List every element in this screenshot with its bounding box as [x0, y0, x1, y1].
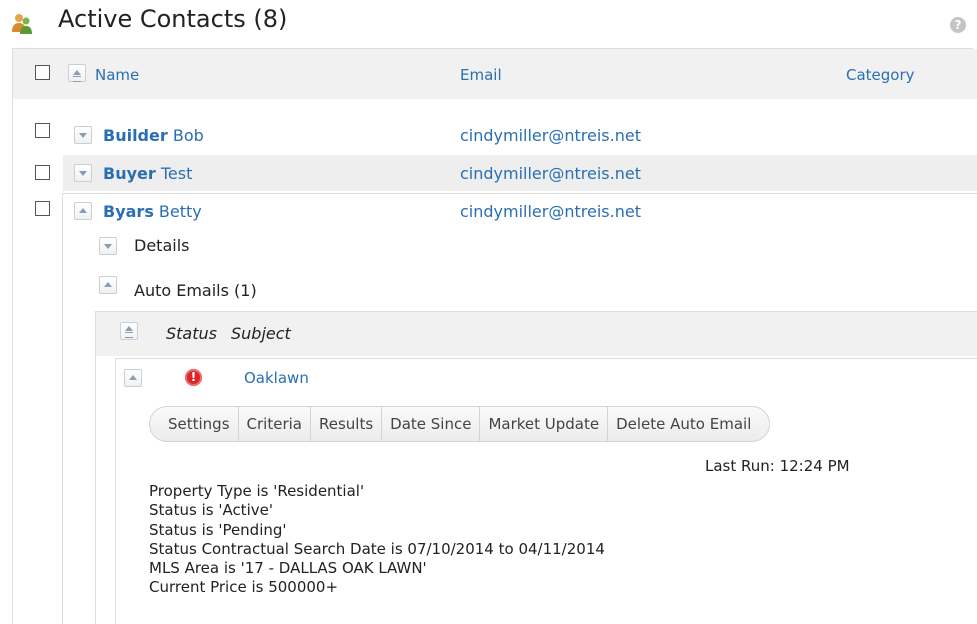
sort-icon[interactable] — [120, 322, 138, 340]
page-title: Active Contacts (8) — [58, 5, 288, 33]
column-header-name[interactable]: Name — [95, 66, 139, 84]
delete-auto-email-button[interactable]: Delete Auto Email — [608, 406, 759, 442]
criteria-line: Current Price is 500000+ — [149, 578, 339, 596]
auto-email-subject-link[interactable]: Oaklawn — [244, 369, 309, 387]
contact-email-link[interactable]: cindymiller@ntreis.net — [460, 164, 641, 183]
criteria-line: Status Contractual Search Date is 07/10/… — [149, 540, 605, 558]
auto-emails-section-label[interactable]: Auto Emails (1) — [134, 281, 257, 300]
expand-icon[interactable] — [74, 164, 92, 182]
criteria-line: Property Type is 'Residential' — [149, 482, 365, 500]
column-header-subject[interactable]: Subject — [231, 324, 291, 343]
contact-name-link[interactable]: Builder Bob — [103, 126, 204, 145]
alert-icon: ! — [185, 369, 202, 386]
auto-emails-header-row — [96, 312, 977, 356]
expand-icon[interactable] — [74, 126, 92, 144]
settings-button[interactable]: Settings — [160, 406, 239, 442]
row-checkbox[interactable] — [35, 201, 50, 216]
contact-email-link[interactable]: cindymiller@ntreis.net — [460, 202, 641, 221]
market-update-button[interactable]: Market Update — [480, 406, 609, 442]
criteria-line: MLS Area is '17 - DALLAS OAK LAWN' — [149, 559, 427, 577]
contact-name-link[interactable]: Buyer Test — [103, 164, 192, 183]
contact-email-link[interactable]: cindymiller@ntreis.net — [460, 126, 641, 145]
criteria-button[interactable]: Criteria — [239, 406, 311, 442]
collapse-icon[interactable] — [124, 369, 142, 387]
last-run-text: Last Run: 12:24 PM — [705, 457, 850, 475]
auto-email-action-bar: Settings Criteria Results Date Since Mar… — [149, 406, 771, 442]
row-checkbox[interactable] — [35, 165, 50, 180]
expand-icon[interactable] — [99, 237, 117, 255]
row-checkbox[interactable] — [35, 123, 50, 138]
results-button[interactable]: Results — [311, 406, 383, 442]
column-header-email[interactable]: Email — [460, 66, 502, 84]
collapse-icon[interactable] — [99, 276, 117, 294]
criteria-line: Status is 'Active' — [149, 501, 273, 519]
sort-icon[interactable] — [68, 64, 86, 82]
column-header-category[interactable]: Category — [846, 66, 915, 84]
help-icon[interactable]: ? — [950, 17, 966, 33]
column-header-status[interactable]: Status — [166, 324, 217, 343]
select-all-checkbox[interactable] — [35, 65, 50, 80]
details-section-label[interactable]: Details — [134, 236, 189, 255]
contacts-icon — [12, 14, 32, 34]
contact-name-link[interactable]: Byars Betty — [103, 202, 202, 221]
criteria-line: Status is 'Pending' — [149, 521, 287, 539]
collapse-icon[interactable] — [74, 202, 92, 220]
date-since-button[interactable]: Date Since — [382, 406, 481, 442]
